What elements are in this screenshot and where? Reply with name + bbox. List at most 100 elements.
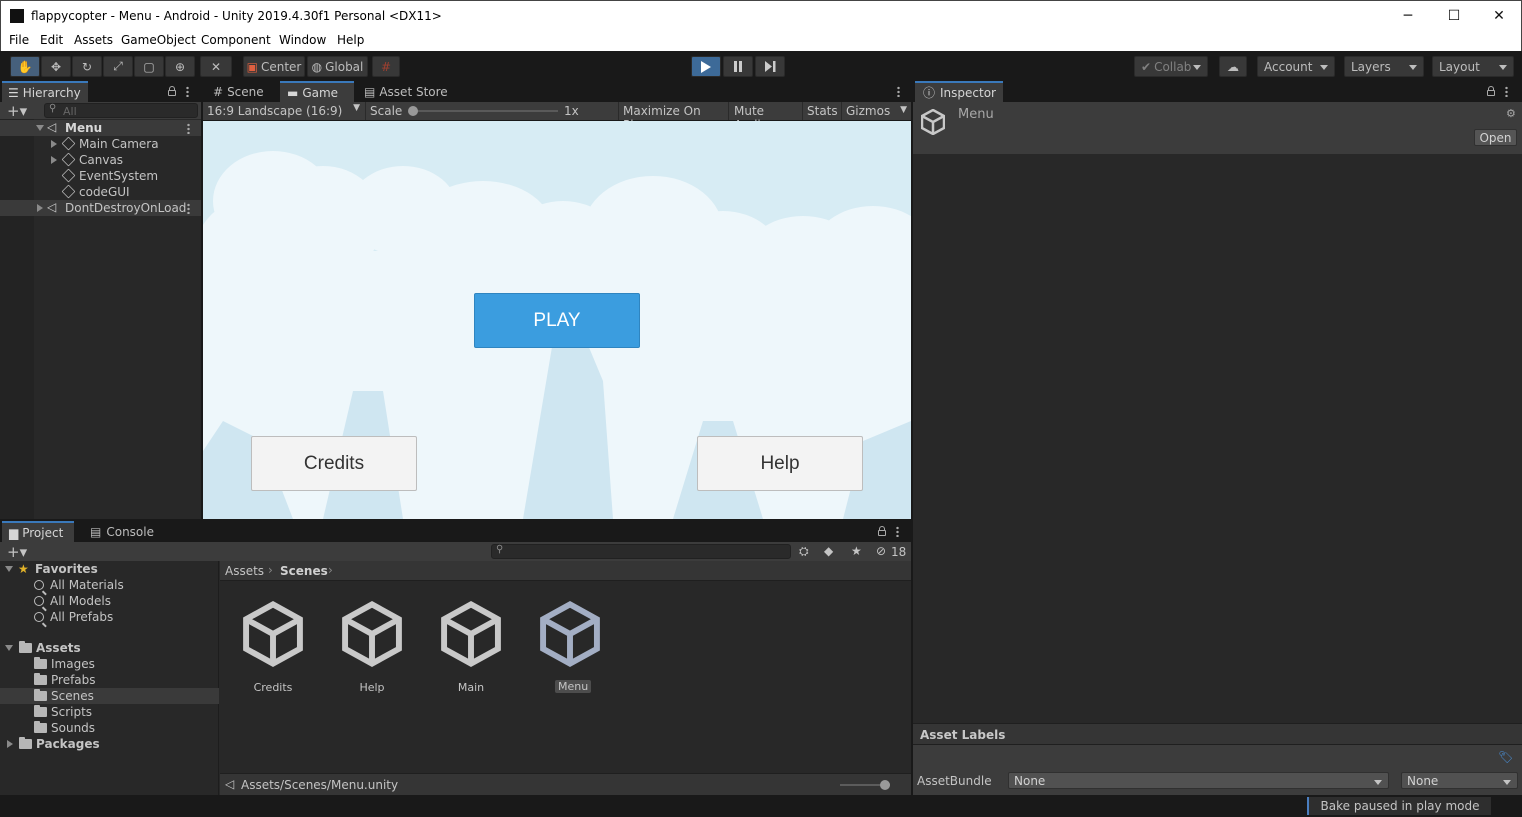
open-button[interactable]: Open bbox=[1474, 129, 1517, 146]
icon-size-slider-thumb[interactable] bbox=[880, 780, 890, 790]
project-search-input[interactable]: ⚲ bbox=[491, 544, 791, 559]
hierarchy-search-input[interactable]: ⚲ All bbox=[44, 103, 198, 118]
pause-button[interactable] bbox=[723, 56, 753, 77]
rect-tool-button[interactable]: ▢ bbox=[134, 56, 164, 77]
hand-tool-button[interactable]: ✋ bbox=[10, 56, 40, 77]
packages-folder[interactable]: Packages bbox=[0, 736, 219, 752]
menu-edit[interactable]: Edit bbox=[40, 33, 63, 47]
lock-icon[interactable] bbox=[878, 526, 886, 536]
game-viewport[interactable]: PLAY Credits Help bbox=[203, 121, 911, 519]
assets-folder[interactable]: Assets bbox=[0, 640, 219, 656]
tab-label: Scene bbox=[227, 84, 264, 99]
label-tag-icon[interactable]: 🏷 bbox=[1498, 750, 1513, 764]
credits-game-button[interactable]: Credits bbox=[251, 436, 417, 491]
favorites-folder[interactable]: ★ Favorites bbox=[0, 561, 219, 577]
kebab-menu-icon[interactable] bbox=[896, 526, 899, 537]
stats-toggle[interactable]: Stats bbox=[802, 102, 840, 120]
menu-file[interactable]: File bbox=[9, 33, 29, 47]
breadcrumb-assets[interactable]: Assets bbox=[225, 564, 264, 578]
folder-images[interactable]: Images bbox=[34, 656, 95, 672]
aspect-dropdown[interactable]: 16:9 Landscape (16:9) ▼ bbox=[207, 103, 362, 118]
tab-inspector[interactable]: ⓘ Inspector bbox=[915, 81, 1003, 102]
lock-icon[interactable] bbox=[168, 86, 176, 96]
tab-hierarchy[interactable]: ☰ Hierarchy bbox=[2, 81, 88, 102]
scene-asset-credits[interactable]: Credits bbox=[238, 599, 318, 699]
folder-scenes[interactable]: Scenes bbox=[0, 688, 219, 704]
tab-game[interactable]: ▬ Game bbox=[280, 81, 354, 102]
scale-slider[interactable] bbox=[410, 110, 558, 112]
filter-label-icon[interactable]: ◆ bbox=[824, 544, 833, 558]
hierarchy-item-main-camera[interactable]: Main Camera bbox=[0, 136, 201, 152]
custom-tool-button[interactable]: ✕ bbox=[200, 56, 232, 77]
menu-gameobject[interactable]: GameObject bbox=[121, 33, 196, 47]
mute-audio-toggle[interactable]: Mute Audio bbox=[728, 102, 801, 132]
help-game-button[interactable]: Help bbox=[697, 436, 863, 491]
hierarchy-item-dontdestroyonload[interactable]: ◁ DontDestroyOnLoad bbox=[0, 200, 201, 216]
chevron-right-icon: › bbox=[328, 563, 333, 577]
grid-snap-button[interactable]: # bbox=[372, 56, 400, 77]
account-dropdown[interactable]: Account bbox=[1257, 56, 1335, 77]
lock-icon[interactable] bbox=[1487, 86, 1495, 96]
settings-gear-icon[interactable]: ⚙ bbox=[1506, 107, 1516, 120]
tab-scene[interactable]: # Scene bbox=[205, 81, 277, 102]
kebab-menu-icon[interactable] bbox=[187, 123, 190, 134]
assetbundle-dropdown[interactable]: None bbox=[1008, 772, 1389, 789]
kebab-menu-icon[interactable] bbox=[187, 203, 190, 214]
layers-dropdown[interactable]: Layers bbox=[1344, 56, 1424, 77]
kebab-menu-icon[interactable] bbox=[186, 86, 189, 97]
menu-window[interactable]: Window bbox=[279, 33, 326, 47]
folder-prefabs[interactable]: Prefabs bbox=[34, 672, 96, 688]
maximize-on-play-toggle[interactable]: Maximize On Play bbox=[618, 102, 727, 132]
hierarchy-item-codegui[interactable]: codeGUI bbox=[0, 184, 201, 200]
transform-tool-button[interactable]: ⊕ bbox=[165, 56, 195, 77]
kebab-menu-icon[interactable] bbox=[897, 86, 900, 97]
tab-asset-store[interactable]: ▤ Asset Store bbox=[356, 81, 456, 102]
filter-type-icon[interactable]: ⛭ bbox=[799, 544, 809, 559]
create-plus-button[interactable]: +▾ bbox=[7, 102, 27, 120]
hierarchy-item-canvas[interactable]: Canvas bbox=[0, 152, 201, 168]
maximize-button[interactable]: ☐ bbox=[1431, 1, 1477, 31]
hierarchy-item-menu[interactable]: ◁ Menu bbox=[0, 120, 201, 136]
scene-asset-main[interactable]: Main bbox=[436, 599, 516, 699]
folder-sounds[interactable]: Sounds bbox=[34, 720, 95, 736]
scene-asset-help[interactable]: Help bbox=[337, 599, 417, 699]
play-button[interactable] bbox=[691, 56, 721, 77]
tab-console[interactable]: ▤ Console bbox=[82, 521, 162, 542]
gizmos-dropdown[interactable]: Gizmos ▼ bbox=[841, 102, 911, 120]
menu-component[interactable]: Component bbox=[201, 33, 271, 47]
globe-icon: ◍ bbox=[311, 59, 323, 74]
asset-labels-header[interactable]: Asset Labels bbox=[913, 723, 1522, 745]
scale-slider-thumb[interactable] bbox=[408, 106, 418, 116]
rotate-tool-button[interactable]: ↻ bbox=[72, 56, 102, 77]
project-panel: ▆ Project ▤ Console +▾ ⚲ ⛭ ◆ ★ ⊘ 18 ★ Favo… bbox=[0, 521, 911, 795]
close-button[interactable]: ✕ bbox=[1476, 1, 1522, 31]
scene-asset-menu[interactable]: Menu bbox=[535, 599, 615, 699]
step-button[interactable] bbox=[755, 56, 785, 77]
tab-project[interactable]: ▆ Project bbox=[2, 521, 74, 542]
bake-status[interactable]: Bake paused in play mode bbox=[1307, 797, 1491, 815]
minimize-button[interactable]: ─ bbox=[1385, 1, 1431, 31]
scale-tool-button[interactable]: ⤢ bbox=[103, 56, 133, 77]
favorite-star-icon[interactable]: ★ bbox=[851, 544, 862, 558]
folder-scripts[interactable]: Scripts bbox=[34, 704, 92, 720]
breadcrumb-scenes[interactable]: Scenes bbox=[280, 564, 328, 578]
collab-dropdown[interactable]: ✔ Collab bbox=[1134, 56, 1208, 77]
play-game-button[interactable]: PLAY bbox=[474, 293, 640, 348]
pivot-global-toggle[interactable]: ◍ Global bbox=[307, 56, 368, 77]
create-plus-button[interactable]: +▾ bbox=[7, 543, 27, 561]
menu-help[interactable]: Help bbox=[337, 33, 364, 47]
kebab-menu-icon[interactable] bbox=[1505, 86, 1508, 97]
move-tool-button[interactable]: ✥ bbox=[41, 56, 71, 77]
hierarchy-tab-label: Hierarchy bbox=[22, 85, 81, 100]
folder-icon bbox=[34, 673, 47, 685]
assetbundle-variant-dropdown[interactable]: None bbox=[1401, 772, 1518, 789]
favorite-all-materials[interactable]: All Materials bbox=[34, 577, 124, 593]
hierarchy-item-eventsystem[interactable]: EventSystem bbox=[0, 168, 201, 184]
layout-dropdown[interactable]: Layout bbox=[1432, 56, 1514, 77]
pivot-center-toggle[interactable]: ▣ Center bbox=[243, 56, 305, 77]
favorite-all-prefabs[interactable]: All Prefabs bbox=[34, 609, 113, 625]
menu-assets[interactable]: Assets bbox=[74, 33, 113, 47]
hidden-eye-icon[interactable]: ⊘ bbox=[876, 544, 886, 558]
favorite-all-models[interactable]: All Models bbox=[34, 593, 111, 609]
cloud-button[interactable]: ☁ bbox=[1219, 56, 1247, 77]
